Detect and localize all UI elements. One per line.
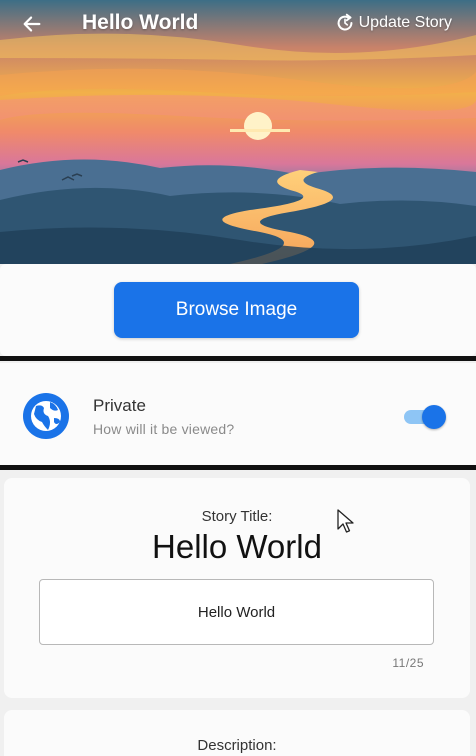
mouse-cursor-icon xyxy=(337,509,354,533)
description-label: Description: xyxy=(197,737,277,754)
page-title: Hello World xyxy=(82,11,199,34)
story-title-preview: Hello World xyxy=(152,528,322,565)
section-divider xyxy=(0,356,476,361)
privacy-sublabel: How will it be viewed? xyxy=(93,421,235,437)
update-story-button[interactable]: Update Story xyxy=(334,12,452,34)
story-title-label: Story Title: xyxy=(201,508,273,525)
browse-image-card: Browse Image xyxy=(0,264,476,356)
section-divider xyxy=(0,465,476,470)
privacy-label: Private xyxy=(93,396,146,415)
refresh-icon xyxy=(337,13,353,31)
toggle-thumb xyxy=(422,405,446,429)
browse-image-button[interactable]: Browse Image xyxy=(114,282,359,338)
description-card: Description: xyxy=(4,710,470,756)
character-counter: 11/25 xyxy=(392,656,424,670)
arrow-left-icon xyxy=(23,16,41,32)
privacy-setting-row: Private How will it be viewed? xyxy=(0,363,476,465)
privacy-toggle[interactable] xyxy=(402,404,446,430)
update-story-label: Update Story xyxy=(358,14,452,31)
edit-story-screen: Hello World Update Story Browse Image Pr… xyxy=(0,0,476,756)
globe-icon xyxy=(23,393,69,439)
story-title-card: Story Title: Hello World Hello World 11/… xyxy=(4,478,470,698)
app-bar: Hello World Update Story xyxy=(0,0,476,48)
story-title-input[interactable]: Hello World xyxy=(39,579,434,645)
back-button[interactable] xyxy=(18,10,46,38)
